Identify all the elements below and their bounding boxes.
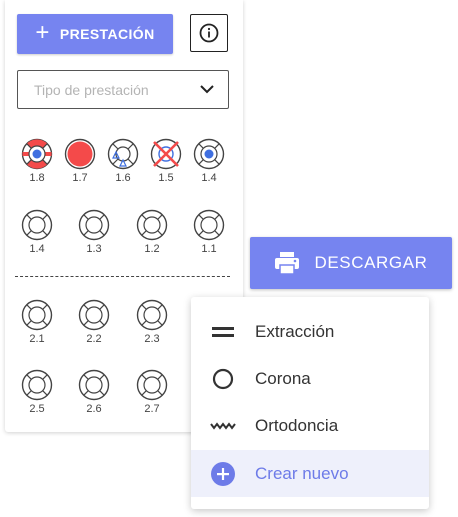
- tooth-chart-icon: [193, 138, 225, 170]
- tooth-2-6[interactable]: 2.6: [77, 369, 111, 415]
- tooth-chart-icon: [78, 299, 110, 331]
- wave-icon: [210, 421, 236, 430]
- tooth-chart-icon: [78, 369, 110, 401]
- printer-icon: [275, 252, 300, 275]
- tooth-2-7[interactable]: 2.7: [135, 369, 169, 415]
- tooth-chart-icon: [21, 369, 53, 401]
- tooth-number: 2.3: [144, 333, 160, 345]
- menu-item-label: Extracción: [255, 321, 335, 341]
- menu-item-ortodoncia[interactable]: Ortodoncia: [191, 402, 429, 449]
- tooth-number: 1.1: [201, 243, 217, 255]
- circle-icon: [212, 368, 234, 389]
- tooth-chart-icon: [21, 299, 53, 331]
- prestacion-menu: Extracción Corona Ortodoncia Crear nuevo: [191, 297, 429, 509]
- tooth-1-6[interactable]: 1.6: [106, 138, 140, 184]
- tooth-number: 2.6: [86, 403, 102, 415]
- tooth-1-7[interactable]: 1.7: [63, 138, 97, 184]
- tooth-chart-icon: [136, 209, 168, 241]
- chevron-down-icon: [200, 85, 214, 94]
- download-label: DESCARGAR: [314, 253, 428, 272]
- plus-icon: +: [35, 19, 50, 46]
- menu-item-extraccion[interactable]: Extracción: [191, 308, 429, 355]
- menu-item-label: Crear nuevo: [255, 463, 349, 483]
- add-circle-icon: [211, 461, 235, 486]
- tooth-chart-icon: [64, 138, 96, 170]
- menu-item-label: Corona: [255, 368, 311, 388]
- tooth-chart-icon: [136, 299, 168, 331]
- tooth-2-2[interactable]: 2.2: [77, 299, 111, 345]
- tooth-chart-icon: [136, 369, 168, 401]
- menu-item-corona[interactable]: Corona: [191, 355, 429, 402]
- tooth-2-3[interactable]: 2.3: [135, 299, 169, 345]
- tooth-number: 2.1: [29, 333, 45, 345]
- menu-item-label: Ortodoncia: [255, 415, 339, 435]
- tooth-number: 1.2: [144, 243, 160, 255]
- tooth-1-1[interactable]: 1.1: [192, 209, 226, 255]
- tooth-1-4[interactable]: 1.4: [20, 209, 54, 255]
- tooth-number: 1.4: [29, 243, 45, 255]
- tooth-number: 1.5: [158, 172, 174, 184]
- tooth-chart-icon: [107, 138, 139, 170]
- add-prestacion-label: PRESTACIÓN: [59, 26, 155, 42]
- equals-icon: [212, 326, 234, 337]
- tooth-1-4[interactable]: 1.4: [192, 138, 226, 184]
- info-button[interactable]: [190, 14, 228, 52]
- tooth-number: 1.3: [86, 243, 102, 255]
- tooth-chart-icon: [150, 138, 182, 170]
- tooth-chart-icon: [78, 209, 110, 241]
- arch-divider: [15, 276, 230, 277]
- info-icon: [199, 23, 219, 43]
- tooth-2-5[interactable]: 2.5: [20, 369, 54, 415]
- tooth-1-5[interactable]: 1.5: [149, 138, 183, 184]
- tooth-1-8[interactable]: 1.8: [20, 138, 54, 184]
- tooth-chart-icon: [193, 209, 225, 241]
- menu-item-crear-nuevo[interactable]: Crear nuevo: [191, 450, 429, 497]
- tooth-number: 2.7: [144, 403, 160, 415]
- tooth-number: 1.8: [29, 172, 45, 184]
- tooth-chart-icon: [21, 209, 53, 241]
- tooth-number: 1.4: [201, 172, 217, 184]
- tooth-chart-icon: [21, 138, 53, 170]
- select-placeholder: Tipo de prestación: [34, 81, 149, 98]
- tooth-number: 1.7: [72, 172, 88, 184]
- tooth-number: 2.5: [29, 403, 45, 415]
- tooth-number: 2.2: [86, 333, 102, 345]
- add-prestacion-button[interactable]: + PRESTACIÓN: [17, 14, 173, 54]
- tipo-prestacion-select[interactable]: Tipo de prestación: [17, 70, 229, 109]
- tooth-number: 1.6: [115, 172, 131, 184]
- tooth-1-2[interactable]: 1.2: [135, 209, 169, 255]
- tooth-1-3[interactable]: 1.3: [77, 209, 111, 255]
- tooth-2-1[interactable]: 2.1: [20, 299, 54, 345]
- download-button[interactable]: DESCARGAR: [250, 237, 452, 289]
